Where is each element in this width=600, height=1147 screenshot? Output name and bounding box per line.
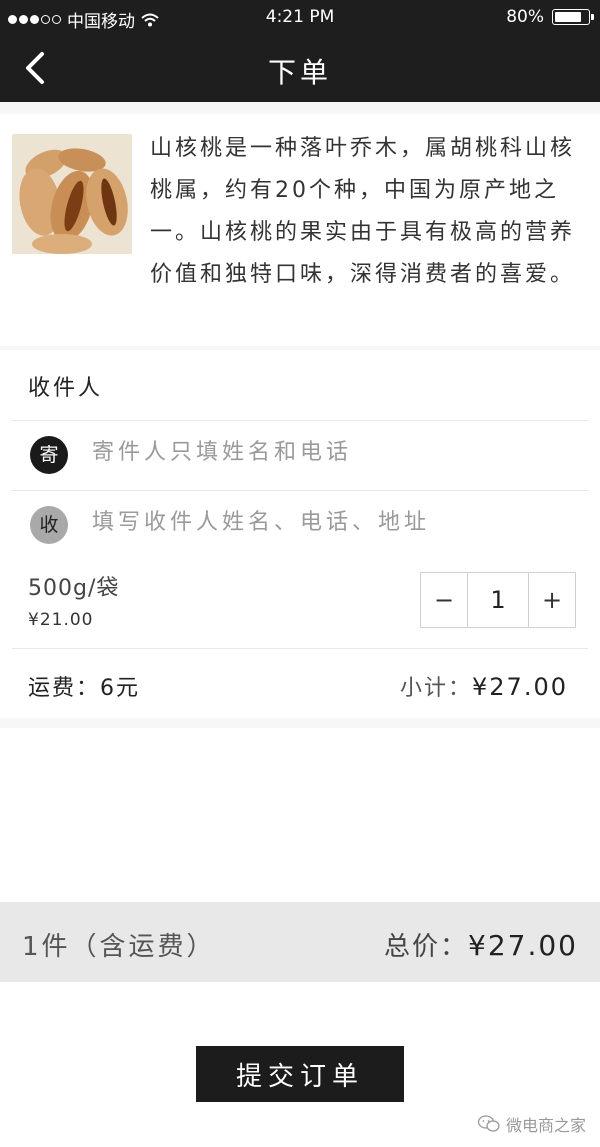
- watermark: 微电商之家: [477, 1112, 586, 1136]
- watermark-text: 微电商之家: [505, 1116, 586, 1135]
- pecan-photo: [12, 134, 132, 254]
- product-card: 山核桃是一种落叶乔木，属胡桃科山核桃属，约有20个种，中国为原产地之一。山核桃的…: [0, 114, 600, 346]
- subtotal-value: ¥27.00: [472, 673, 568, 701]
- nav-bar: 下单: [0, 34, 600, 102]
- total-value: ¥27.00: [468, 929, 578, 962]
- total-price: 总价：¥27.00: [384, 926, 578, 963]
- divider: [12, 648, 588, 649]
- status-right: 80%: [506, 7, 594, 27]
- item-count: 1件（含运费）: [22, 932, 216, 962]
- page-title: 下单: [267, 56, 332, 89]
- sender-input[interactable]: [92, 440, 572, 465]
- shipping-fee: 运费：6元: [28, 676, 140, 701]
- receiver-badge: 收: [30, 506, 68, 544]
- product-description: 山核桃是一种落叶乔木，属胡桃科山核桃属，约有20个种，中国为原产地之一。山核桃的…: [150, 136, 576, 287]
- receiver-row: 收: [0, 490, 600, 560]
- order-form: 收件人 寄 收 500g/袋 ¥21.00 − 1 + 运费：6元 小计：¥27…: [0, 350, 600, 718]
- battery-fill: [555, 12, 581, 22]
- total-bar: 1件（含运费） 总价：¥27.00: [0, 902, 600, 982]
- quantity-value[interactable]: 1: [467, 573, 529, 627]
- empty-area: [0, 728, 600, 902]
- product-image: [12, 134, 132, 254]
- total-label: 总价：: [384, 932, 469, 962]
- subtotal: 小计：¥27.00: [400, 670, 568, 702]
- sender-row: 寄: [0, 420, 600, 490]
- recipient-section-title: 收件人: [28, 376, 104, 401]
- increment-button[interactable]: +: [529, 573, 575, 627]
- battery-percent: 80%: [506, 7, 544, 27]
- receiver-input[interactable]: [92, 510, 572, 535]
- bottom-area: 提交订单 微电商之家: [0, 982, 600, 1147]
- sender-badge: 寄: [30, 436, 68, 474]
- quantity-stepper: − 1 +: [420, 572, 576, 628]
- item-unit: 500g/袋: [28, 576, 120, 601]
- wechat-icon: [477, 1115, 500, 1132]
- decrement-button[interactable]: −: [421, 573, 467, 627]
- status-bar: 中国移动 4:21 PM 80%: [0, 0, 600, 34]
- battery-icon: [552, 9, 594, 25]
- subtotal-label: 小计：: [400, 676, 473, 701]
- item-price: ¥21.00: [28, 610, 94, 630]
- submit-order-button[interactable]: 提交订单: [196, 1046, 404, 1102]
